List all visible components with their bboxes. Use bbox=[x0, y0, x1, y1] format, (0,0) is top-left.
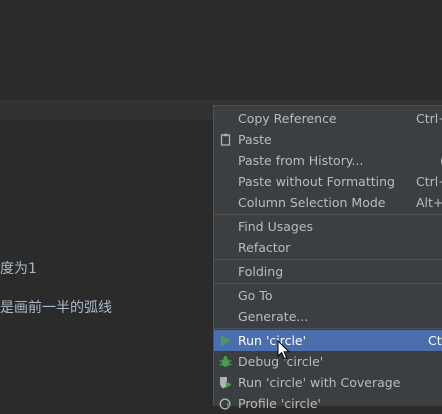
menu-item-run[interactable]: Run 'circle' Ctr bbox=[214, 330, 442, 351]
menu-separator bbox=[214, 214, 442, 215]
shortcut-label: Ctrl+ bbox=[416, 111, 442, 126]
menu-item-go-to[interactable]: Go To bbox=[214, 285, 442, 306]
menu-item-folding[interactable]: Folding bbox=[214, 261, 442, 282]
menu-item-paste-without-formatting[interactable]: Paste without Formatting Ctrl+ bbox=[214, 171, 442, 192]
menu-item-profile[interactable]: Profile 'circle' bbox=[214, 393, 442, 414]
menu-item-label: Copy Reference bbox=[238, 111, 337, 126]
menu-item-column-selection-mode[interactable]: Column Selection Mode Alt+ bbox=[214, 192, 442, 213]
menu-separator bbox=[214, 283, 442, 284]
menu-item-refactor[interactable]: Refactor bbox=[214, 237, 442, 258]
menu-item-run-with-coverage[interactable]: Run 'circle' with Coverage bbox=[214, 372, 442, 393]
shortcut-label: Ctr bbox=[428, 333, 442, 348]
menu-item-paste-from-history[interactable]: Paste from History... ( bbox=[214, 150, 442, 171]
context-menu: Copy Reference Ctrl+ Paste Paste from Hi… bbox=[213, 105, 442, 411]
clipboard-icon bbox=[220, 133, 231, 146]
menu-item-label: Paste from History... bbox=[238, 153, 364, 168]
shortcut-label: Alt+ bbox=[416, 195, 442, 210]
menu-item-paste[interactable]: Paste bbox=[214, 129, 442, 150]
play-icon bbox=[221, 335, 231, 346]
shortcut-label: Ctrl+ bbox=[416, 174, 442, 189]
menu-item-label: Go To bbox=[238, 288, 273, 303]
menu-item-label: Refactor bbox=[238, 240, 291, 255]
bug-icon bbox=[219, 356, 232, 367]
menu-item-label: Column Selection Mode bbox=[238, 195, 386, 210]
menu-item-label: Generate... bbox=[238, 309, 309, 324]
shield-run-icon bbox=[220, 377, 232, 389]
menu-item-find-usages[interactable]: Find Usages bbox=[214, 216, 442, 237]
menu-item-label: Run 'circle' bbox=[238, 333, 307, 348]
menu-item-label: Run 'circle' with Coverage bbox=[238, 375, 401, 390]
menu-item-label: Profile 'circle' bbox=[238, 396, 321, 411]
menu-item-label: Paste bbox=[238, 132, 272, 147]
menu-separator bbox=[214, 328, 442, 329]
menu-separator bbox=[214, 259, 442, 260]
profile-icon bbox=[219, 398, 232, 410]
menu-item-copy-reference[interactable]: Copy Reference Ctrl+ bbox=[214, 108, 442, 129]
code-comment-line: 度为1 bbox=[0, 261, 37, 277]
menu-item-label: Find Usages bbox=[238, 219, 314, 234]
mouse-cursor-icon bbox=[277, 340, 291, 360]
code-comment-line: 是画前一半的弧线 bbox=[0, 300, 112, 316]
editor-top-area bbox=[0, 0, 442, 100]
menu-item-label: Folding bbox=[238, 264, 284, 279]
menu-item-debug[interactable]: Debug 'circle' bbox=[214, 351, 442, 372]
menu-item-label: Paste without Formatting bbox=[238, 174, 395, 189]
menu-item-generate[interactable]: Generate... bbox=[214, 306, 442, 327]
